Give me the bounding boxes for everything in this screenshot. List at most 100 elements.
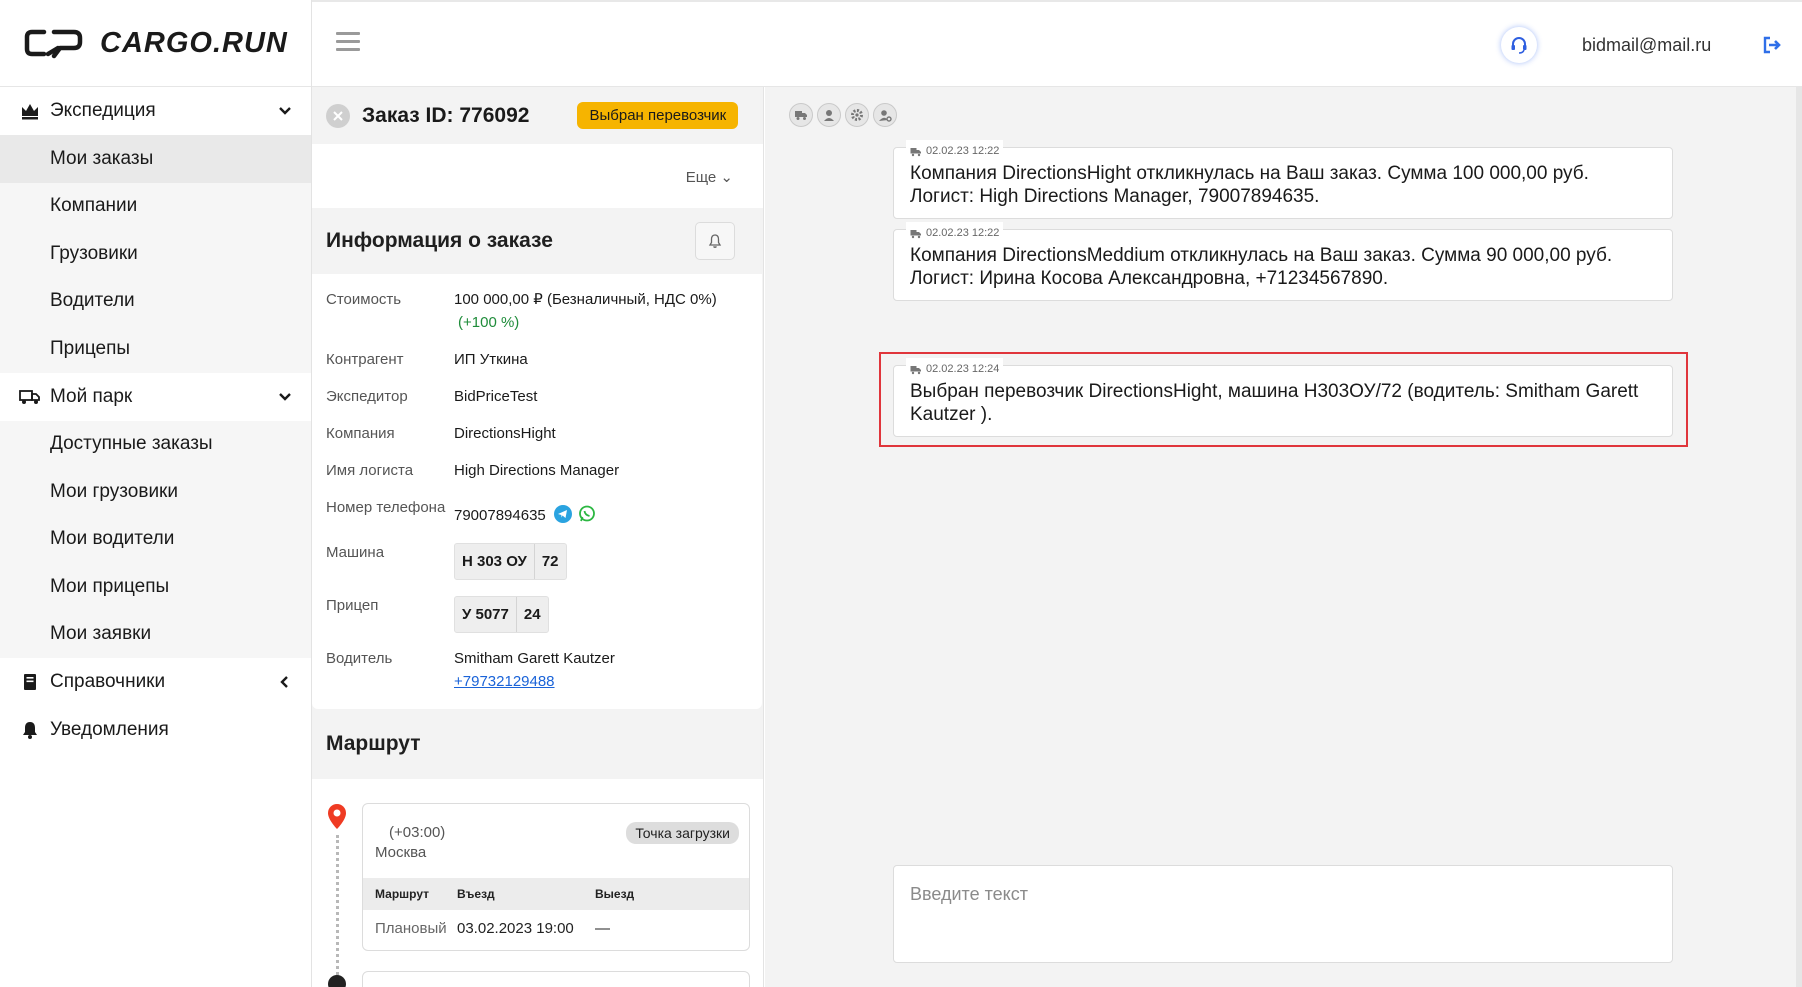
- plate-number: Н 303 ОУ: [462, 553, 527, 570]
- cost-value: 100 000,00 ₽ (Безналичный, НДС 0%): [454, 291, 717, 308]
- bell-outline-icon: [708, 234, 722, 248]
- bell-icon: [18, 718, 42, 742]
- more-dropdown-button[interactable]: Еще ⌄: [686, 168, 733, 186]
- message-timestamp: 02.02.23 12:22: [906, 140, 1004, 163]
- contractor-value: ИП Уткина: [454, 351, 528, 368]
- truck-icon: [910, 147, 921, 156]
- logist-value: High Directions Manager: [454, 462, 620, 479]
- order-details-panel: Заказ ID: 776092 Выбран перевозчик Еще ⌄…: [312, 87, 764, 987]
- sidebar-group-label: Справочники: [50, 671, 166, 692]
- user-filter-icon[interactable]: [817, 103, 841, 127]
- truck-icon: [910, 229, 921, 238]
- route-end-marker: [328, 975, 346, 987]
- message-composer[interactable]: [893, 865, 1673, 963]
- table-row: Плановый 03.02.2023 19:00 —: [363, 912, 749, 944]
- plate-number: У 5077: [462, 606, 509, 623]
- sidebar-group-label: Уведомления: [50, 719, 169, 740]
- headset-icon[interactable]: [1501, 27, 1537, 63]
- column-header: Маршрут: [375, 887, 430, 901]
- driver-phone-link[interactable]: +79732129488: [454, 673, 555, 690]
- field-label: Номер телефона: [326, 499, 446, 516]
- field-label: Имя логиста: [326, 462, 414, 479]
- field-label: Компания: [326, 425, 395, 442]
- forwarder-value: BidPriceTest: [454, 388, 538, 405]
- sidebar-group-expedition[interactable]: Экспедиция: [0, 87, 311, 135]
- logout-icon[interactable]: [1762, 35, 1782, 55]
- column-header: Въезд: [457, 887, 495, 901]
- gear-filter-icon[interactable]: [845, 103, 869, 127]
- section-title: Информация о заказе: [326, 229, 553, 252]
- plate-region: 24: [515, 597, 548, 632]
- chevron-left-icon: [280, 676, 288, 688]
- sidebar-item-label: Доступные заказы: [50, 433, 213, 455]
- status-badge: Выбран перевозчик: [577, 102, 739, 129]
- brand-name: CARGO.RUN: [100, 26, 288, 59]
- info-row-cost: Стоимость 100 000,00 ₽ (Безналичный, НДС…: [326, 288, 762, 334]
- truck-filter-icon[interactable]: [789, 103, 813, 127]
- route-section: (+03:00) Москва Точка загрузки Маршрут В…: [312, 779, 763, 987]
- telegram-icon[interactable]: [553, 505, 572, 523]
- whatsapp-icon[interactable]: [578, 505, 596, 523]
- chevron-down-icon: ⌄: [720, 169, 733, 186]
- sidebar-item-my-trailers[interactable]: Мои прицепы: [0, 563, 311, 611]
- user-email[interactable]: bidmail@mail.ru: [1582, 35, 1711, 56]
- logo[interactable]: CARGO.RUN: [0, 0, 311, 87]
- sidebar-item-label: Грузовики: [50, 242, 138, 264]
- table-cell: Плановый: [375, 919, 447, 937]
- message-text: Компания DirectionsMeddium откликнулась …: [910, 245, 1613, 289]
- route-point-card[interactable]: (+03:00) Москва Точка загрузки Маршрут В…: [362, 803, 750, 951]
- sidebar-item-trucks[interactable]: Грузовики: [0, 230, 311, 278]
- sidebar-group-notifications[interactable]: Уведомления: [0, 706, 311, 754]
- info-row-driver: Водитель Smitham Garett Kautzer +79732129…: [326, 647, 762, 693]
- sidebar-group-label: Экспедиция: [50, 100, 156, 121]
- trailer-plate: У 5077 24: [454, 596, 549, 633]
- info-section-header: Информация о заказе: [312, 208, 763, 274]
- point-type-badge: Точка загрузки: [626, 822, 739, 844]
- chevron-down-icon: [279, 392, 291, 401]
- company-value: DirectionsHight: [454, 425, 556, 442]
- message-input[interactable]: [910, 884, 1656, 905]
- table-cell: 03.02.2023 19:00: [457, 919, 574, 937]
- info-row-logist: Имя логиста High Directions Manager: [326, 459, 762, 482]
- sidebar-group-references[interactable]: Справочники: [0, 658, 311, 706]
- sidebar-item-label: Водители: [50, 290, 135, 312]
- sidebar-item-label: Мои заявки: [50, 623, 152, 645]
- route-connector: [336, 835, 339, 975]
- sidebar-item-my-drivers[interactable]: Мои водители: [0, 515, 311, 563]
- sidebar-item-my-trucks[interactable]: Мои грузовики: [0, 468, 311, 516]
- point-city: Москва: [375, 844, 427, 861]
- sidebar-item-my-orders[interactable]: Мои заказы: [0, 135, 311, 183]
- message-text: Компания DirectionsHight откликнулась на…: [910, 163, 1589, 207]
- field-label: Контрагент: [326, 351, 404, 368]
- sidebar-item-drivers[interactable]: Водители: [0, 277, 311, 325]
- info-row-car: Машина Н 303 ОУ 72: [326, 541, 762, 580]
- close-icon[interactable]: [326, 103, 350, 128]
- sidebar-group-my-fleet[interactable]: Мой парк: [0, 372, 311, 421]
- table-cell: —: [595, 919, 610, 937]
- sidebar-item-trailers[interactable]: Прицепы: [0, 325, 311, 373]
- field-label: Прицеп: [326, 597, 379, 614]
- point-timezone: (+03:00): [389, 824, 446, 841]
- driver-name: Smitham Garett Kautzer: [454, 650, 615, 667]
- info-row-phone: Номер телефона 79007894635: [326, 496, 762, 527]
- phone-value: 79007894635: [454, 507, 546, 524]
- book-icon: [18, 670, 42, 694]
- user-settings-filter-icon[interactable]: [873, 103, 897, 127]
- sidebar-item-companies[interactable]: Компании: [0, 182, 311, 230]
- actions-bar: Еще ⌄: [312, 144, 763, 208]
- field-label: Машина: [326, 544, 385, 561]
- field-label: Водитель: [326, 650, 393, 667]
- sidebar-item-available-orders[interactable]: Доступные заказы: [0, 420, 311, 468]
- top-header: bidmail@mail.ru: [312, 0, 1802, 87]
- chevron-down-icon: [279, 107, 291, 115]
- route-point-card[interactable]: [362, 971, 750, 987]
- subscribe-button[interactable]: [695, 222, 735, 260]
- scrollbar[interactable]: [1796, 87, 1802, 987]
- menu-toggle-icon[interactable]: [336, 32, 360, 52]
- crown-icon: [18, 99, 42, 123]
- field-label: Стоимость: [326, 291, 402, 308]
- chat-message: 02.02.23 12:22 Компания DirectionsHight …: [893, 140, 1673, 219]
- sidebar-item-my-requests[interactable]: Мои заявки: [0, 610, 311, 658]
- sidebar-item-label: Компании: [50, 195, 138, 217]
- map-pin-icon: [328, 804, 346, 829]
